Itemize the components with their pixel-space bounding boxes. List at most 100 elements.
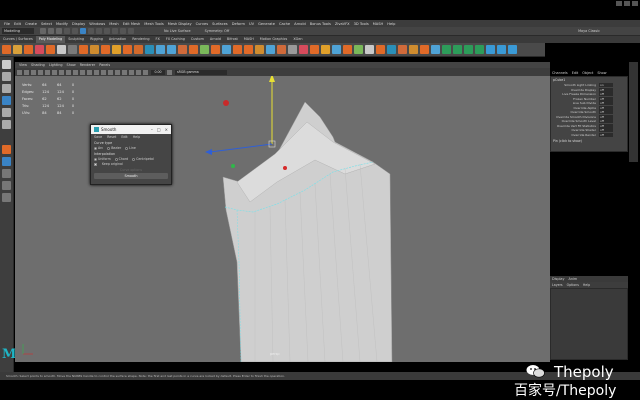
shelf-tool-icon[interactable] <box>2 45 11 54</box>
layer-menu-options[interactable]: Options <box>567 283 579 287</box>
select-by-object-icon[interactable] <box>88 28 94 34</box>
shelf-tab-rigging[interactable]: Rigging <box>87 36 106 43</box>
curve-type-radio[interactable] <box>107 146 111 150</box>
color-space-select[interactable]: sRGB gamma <box>175 69 227 75</box>
menu-item-generate[interactable]: Generate <box>258 22 275 26</box>
resolution-gate-icon[interactable] <box>59 69 64 75</box>
shelf-tool-icon[interactable] <box>343 45 352 54</box>
shelf-tool-icon[interactable] <box>398 45 407 54</box>
curve-type-radio[interactable] <box>125 146 129 150</box>
shelf-tab-motion-graphics[interactable]: Motion Graphics <box>257 36 291 43</box>
shelf-tool-icon[interactable] <box>233 45 242 54</box>
shelf-tool-icon[interactable] <box>508 45 517 54</box>
interpolation-option-centripetal[interactable]: Centripetal <box>132 157 154 161</box>
textured-icon[interactable] <box>108 69 113 75</box>
live-surface-label[interactable]: No Live Surface <box>164 29 191 33</box>
redo-icon[interactable] <box>72 28 78 34</box>
safe-title-icon[interactable] <box>87 69 92 75</box>
shelf-tool-icon[interactable] <box>13 45 22 54</box>
shelf-tool-icon[interactable] <box>189 45 198 54</box>
menu-item-modify[interactable]: Modify <box>56 22 68 26</box>
menu-item-mesh-display[interactable]: Mesh Display <box>168 22 192 26</box>
shelf-tab-custom[interactable]: Custom <box>188 36 207 43</box>
channel-value[interactable]: off <box>599 119 613 124</box>
layer-menu-help[interactable]: Help <box>583 283 590 287</box>
gate-mask-icon[interactable] <box>66 69 71 75</box>
shelf-tool-icon[interactable] <box>420 45 429 54</box>
menu-item-deform[interactable]: Deform <box>232 22 245 26</box>
shelf-tool-icon[interactable] <box>387 45 396 54</box>
persp-outliner-icon[interactable] <box>2 181 11 190</box>
channel-value[interactable]: off <box>599 114 613 119</box>
dialog-close-icon[interactable]: × <box>165 127 168 132</box>
shelf-tool-icon[interactable] <box>101 45 110 54</box>
shelf-tab-fx-caching[interactable]: FX Caching <box>163 36 188 43</box>
shelf-tab-bifrost[interactable]: Bifrost <box>224 36 241 43</box>
snap-curve-icon[interactable] <box>112 28 118 34</box>
grid-icon[interactable] <box>45 69 50 75</box>
shelf-tab-sculpting[interactable]: Sculpting <box>65 36 87 43</box>
maximize-button[interactable] <box>624 1 630 6</box>
channel-tab-channels[interactable]: Channels <box>552 71 568 75</box>
shelf-tab-mash[interactable]: MASH <box>241 36 257 43</box>
shelf-tool-icon[interactable] <box>288 45 297 54</box>
single-view-icon[interactable] <box>2 157 11 166</box>
channel-value[interactable]: off <box>599 87 613 92</box>
shelf-tool-icon[interactable] <box>277 45 286 54</box>
channel-value[interactable]: off <box>599 105 613 110</box>
channel-value[interactable]: off <box>599 92 613 97</box>
menu-item-surfaces[interactable]: Surfaces <box>212 22 228 26</box>
exposure-field[interactable]: 0.00 <box>151 69 165 75</box>
shelf-tab-poly-modeling[interactable]: Poly Modeling <box>35 36 66 43</box>
mode-select[interactable]: Modeling <box>2 28 34 34</box>
viewport-menu-panels[interactable]: Panels <box>99 63 110 67</box>
channel-value[interactable]: off <box>599 132 613 137</box>
shelf-tool-icon[interactable] <box>123 45 132 54</box>
shelf-tool-icon[interactable] <box>299 45 308 54</box>
shelf-tool-icon[interactable] <box>266 45 275 54</box>
keep-original-checkbox[interactable] <box>94 162 97 166</box>
channel-value[interactable]: off <box>599 110 613 115</box>
shelf-tool-icon[interactable] <box>57 45 66 54</box>
menu-item-mesh-tools[interactable]: Mesh Tools <box>144 22 163 26</box>
shelf-tool-icon[interactable] <box>442 45 451 54</box>
shelf-tool-icon[interactable] <box>354 45 363 54</box>
menu-item-select[interactable]: Select <box>41 22 52 26</box>
dialog-menu-edit[interactable]: Edit <box>121 135 127 139</box>
menu-item-edit-mesh[interactable]: Edit Mesh <box>123 22 141 26</box>
new-scene-icon[interactable] <box>40 28 46 34</box>
image-plane-icon[interactable] <box>38 69 43 75</box>
select-tool-icon[interactable] <box>2 60 11 69</box>
open-scene-icon[interactable] <box>48 28 54 34</box>
shelf-tool-icon[interactable] <box>475 45 484 54</box>
shelf-tool-icon[interactable] <box>365 45 374 54</box>
shadows-icon[interactable] <box>122 69 127 75</box>
channel-value[interactable]: off <box>599 123 613 128</box>
wireframe-icon[interactable] <box>94 69 99 75</box>
symmetry-label[interactable]: Symmetry: Off <box>205 29 230 33</box>
shelf-tool-icon[interactable] <box>46 45 55 54</box>
shelf-tool-icon[interactable] <box>453 45 462 54</box>
shelf-tool-icon[interactable] <box>178 45 187 54</box>
select-by-hierarchy-icon[interactable] <box>80 28 86 34</box>
channel-value[interactable]: on <box>599 83 613 88</box>
interpolation-radio[interactable] <box>114 157 118 161</box>
undo-icon[interactable] <box>64 28 70 34</box>
select-by-component-icon[interactable] <box>96 28 102 34</box>
shelf-tool-icon[interactable] <box>464 45 473 54</box>
menu-item-bonus-tools[interactable]: Bonus Tools <box>310 22 331 26</box>
menu-item-uv[interactable]: UV <box>249 22 254 26</box>
menu-item-help[interactable]: Help <box>387 22 395 26</box>
close-button[interactable] <box>632 1 638 6</box>
snap-grid-icon[interactable] <box>104 28 110 34</box>
channel-tab-edit[interactable]: Edit <box>572 71 579 75</box>
layer-editor[interactable] <box>550 288 628 360</box>
shelf-tool-icon[interactable] <box>24 45 33 54</box>
dialog-menu-help[interactable]: Help <box>133 135 141 139</box>
interpolation-option-uniform[interactable]: Uniform <box>94 157 111 161</box>
layer-tab-display[interactable]: Display <box>552 277 565 281</box>
interpolation-radio[interactable] <box>132 157 136 161</box>
curve-type-option-line[interactable]: Line <box>125 146 136 150</box>
menu-item-zivavfx[interactable]: ZivaVFX <box>335 22 350 26</box>
shelf-tool-icon[interactable] <box>321 45 330 54</box>
